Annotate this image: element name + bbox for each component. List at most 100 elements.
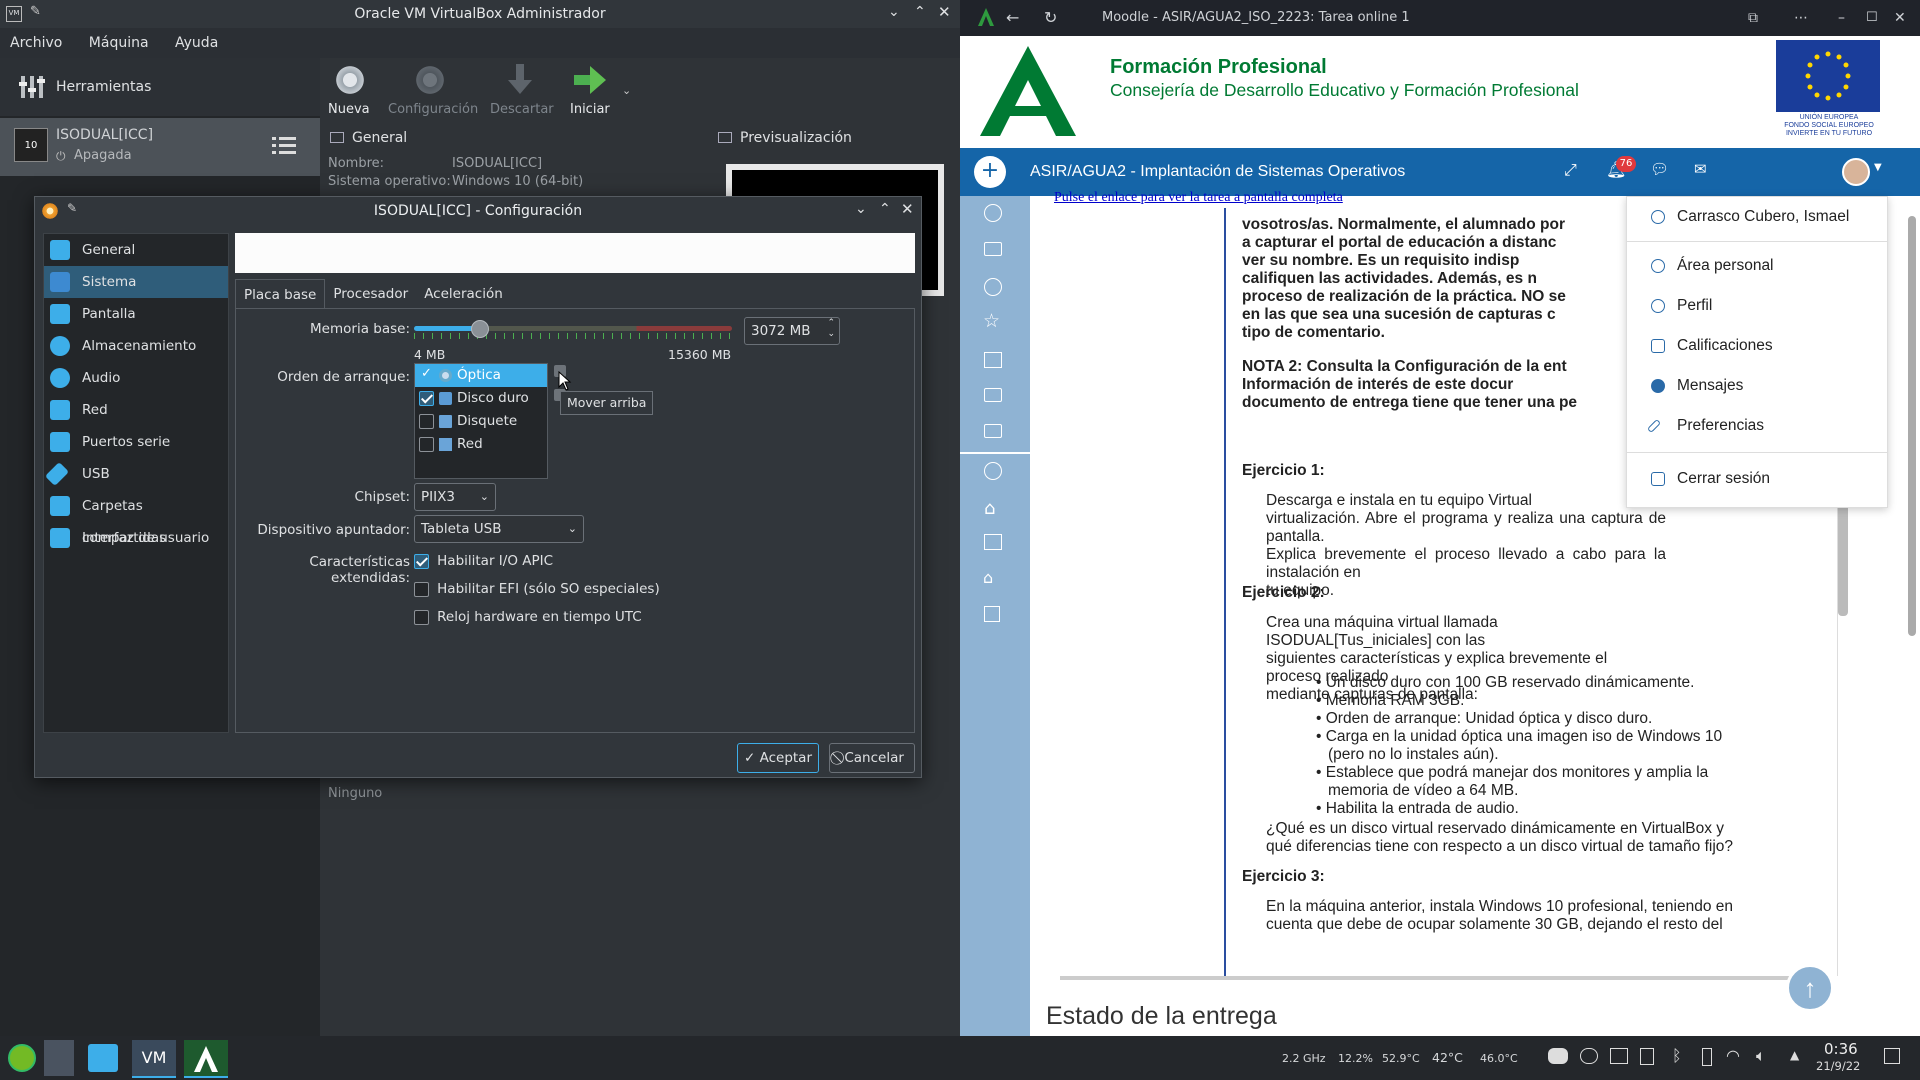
browser-close-button[interactable]: ✕: [1894, 0, 1906, 36]
add-block-button[interactable]: +: [974, 156, 1006, 188]
dialog-maximize-button[interactable]: ⌃: [879, 201, 891, 217]
sidebar-graduation-icon[interactable]: ⌂: [983, 568, 993, 587]
nav-carpetas[interactable]: Carpetas compartidas: [44, 490, 228, 546]
sidebar-folder3-icon[interactable]: [984, 424, 1002, 438]
tab-placa-base[interactable]: Placa base: [235, 279, 326, 309]
show-desktop-icon[interactable]: [1884, 1048, 1900, 1064]
wifi-icon[interactable]: ◠: [1726, 1046, 1740, 1065]
desktop-pager-icon[interactable]: [44, 1040, 74, 1076]
tools-item[interactable]: Herramientas: [0, 58, 320, 116]
nav-puertos-serie[interactable]: Puertos serie: [44, 426, 228, 458]
tab-manager-icon[interactable]: ⧉: [1748, 0, 1758, 36]
avatar-chevron-icon[interactable]: ▼: [1874, 162, 1882, 173]
close-button[interactable]: ✕: [938, 3, 951, 21]
terminal-icon[interactable]: [1610, 1048, 1628, 1064]
nav-usb[interactable]: USB: [44, 458, 228, 490]
vm-list-item[interactable]: 10 ISODUAL[ICC] ⏻ Apagada: [0, 118, 320, 176]
reload-icon[interactable]: ↻: [1044, 0, 1057, 36]
browser-minimize-button[interactable]: –: [1838, 0, 1845, 36]
memory-slider[interactable]: [414, 319, 732, 341]
bluetooth-icon[interactable]: ᛒ: [1672, 1046, 1682, 1065]
menu-logout[interactable]: Cerrar sesión: [1627, 459, 1887, 499]
sidebar-folder-icon[interactable]: [984, 242, 1002, 256]
tab-procesador[interactable]: Procesador: [325, 279, 416, 309]
nav-sistema[interactable]: Sistema: [44, 266, 228, 298]
dialog-pin-icon[interactable]: ✎: [67, 201, 77, 215]
sidebar-calendar-icon[interactable]: [984, 534, 1002, 550]
clock-time[interactable]: 0:36: [1824, 1040, 1858, 1058]
boot-disquete-checkbox[interactable]: [419, 414, 434, 429]
discord-icon[interactable]: [1548, 1048, 1568, 1064]
efi-option[interactable]: Habilitar EFI (sólo SO especiales): [414, 581, 660, 597]
nav-red[interactable]: Red: [44, 394, 228, 426]
start-dropdown-icon[interactable]: ⌄: [622, 84, 631, 97]
pointer-select[interactable]: Tableta USB ⌄: [414, 515, 584, 543]
menu-profile[interactable]: Perfil: [1627, 286, 1887, 326]
dialog-close-button[interactable]: ✕: [901, 200, 914, 218]
vm-details-menu-icon[interactable]: [272, 134, 296, 158]
back-to-top-button[interactable]: ↑: [1786, 964, 1834, 1012]
maximize-button[interactable]: ⌃: [914, 4, 926, 20]
nav-pantalla[interactable]: Pantalla: [44, 298, 228, 330]
taskbar-files-icon[interactable]: [88, 1044, 118, 1072]
menu-archivo[interactable]: Archivo: [10, 35, 62, 51]
utc-checkbox[interactable]: [414, 610, 429, 625]
boot-item-red[interactable]: Red: [415, 433, 547, 456]
clipboard-icon[interactable]: [1640, 1048, 1654, 1065]
boot-item-disco[interactable]: Disco duro: [415, 387, 547, 410]
boot-item-disquete[interactable]: Disquete: [415, 410, 547, 433]
nav-audio[interactable]: Audio: [44, 362, 228, 394]
sidebar-home-icon[interactable]: ⌂: [984, 498, 995, 519]
new-vm-button[interactable]: Nueva: [310, 58, 390, 124]
chat-icon[interactable]: 💬︎: [1650, 160, 1669, 178]
mail-icon[interactable]: ✉: [1694, 160, 1707, 178]
ok-button[interactable]: ✓ Aceptar: [737, 743, 819, 773]
more-options-icon[interactable]: ⋯: [1794, 0, 1808, 36]
nav-general[interactable]: General: [44, 234, 228, 266]
taskbar-virtualbox-icon[interactable]: VM: [132, 1040, 176, 1078]
chipset-select[interactable]: PIIX3 ⌄: [414, 483, 496, 511]
dialog-minimize-button[interactable]: ⌄: [855, 201, 867, 217]
pin-icon[interactable]: ✎: [30, 4, 41, 19]
menu-messages[interactable]: Mensajes: [1627, 366, 1887, 406]
course-title[interactable]: ASIR/AGUA2 - Implantación de Sistemas Op…: [1030, 148, 1405, 196]
clock-date[interactable]: 21/9/22: [1816, 1059, 1860, 1073]
volume-icon[interactable]: 🔈︎: [1756, 1046, 1766, 1066]
menu-preferences[interactable]: Preferencias: [1627, 406, 1887, 446]
doc-scrollbar[interactable]: [1838, 496, 1848, 616]
nav-almacenamiento[interactable]: Almacenamiento: [44, 330, 228, 362]
back-icon[interactable]: ←: [1006, 0, 1019, 36]
sidebar-recent-icon[interactable]: [984, 204, 1002, 222]
nav-interfaz[interactable]: Interfaz de usuario: [44, 522, 228, 554]
boot-disco-checkbox[interactable]: [419, 391, 434, 406]
sidebar-folder2-icon[interactable]: [984, 388, 1002, 402]
sidebar-book-icon[interactable]: [984, 352, 1002, 368]
page-scrollbar[interactable]: [1908, 216, 1916, 636]
memory-slider-handle[interactable]: [471, 320, 489, 338]
avatar[interactable]: [1842, 158, 1870, 186]
menu-dashboard[interactable]: Área personal: [1627, 246, 1887, 286]
ioapic-option[interactable]: Habilitar I/O APIC: [414, 553, 553, 569]
sidebar-star-icon[interactable]: ☆: [983, 310, 1000, 332]
cancel-button[interactable]: ⃠ Cancelar: [829, 743, 915, 773]
menu-user-name[interactable]: Carrasco Cubero, Ismael: [1627, 197, 1887, 237]
sidebar-gauge-icon[interactable]: [984, 462, 1002, 480]
boot-item-optica[interactable]: ✓ Óptica: [415, 364, 547, 387]
battery-icon[interactable]: [1702, 1048, 1712, 1066]
app-launcher-icon[interactable]: [8, 1044, 36, 1072]
utc-option[interactable]: Reloj hardware en tiempo UTC: [414, 609, 642, 625]
minimize-button[interactable]: ⌄: [888, 4, 900, 20]
sidebar-users-icon[interactable]: [984, 278, 1002, 296]
doc-hscroll[interactable]: [1060, 976, 1820, 980]
efi-checkbox[interactable]: [414, 582, 429, 597]
menu-ayuda[interactable]: Ayuda: [175, 35, 218, 51]
cloud-sync-icon[interactable]: [1580, 1048, 1598, 1064]
menu-maquina[interactable]: Máquina: [89, 35, 149, 51]
sidebar-copy-icon[interactable]: [984, 606, 1000, 622]
memory-spinbox[interactable]: 3072 MB ⌃ ⌄: [744, 317, 840, 345]
start-button[interactable]: Iniciar: [556, 58, 622, 124]
ioapic-checkbox[interactable]: [414, 554, 429, 569]
taskbar-browser-icon[interactable]: [184, 1040, 228, 1078]
tray-expand-icon[interactable]: ▲: [1790, 1048, 1799, 1062]
boot-order-list[interactable]: ✓ Óptica Disco duro Disquete Red: [414, 363, 548, 479]
